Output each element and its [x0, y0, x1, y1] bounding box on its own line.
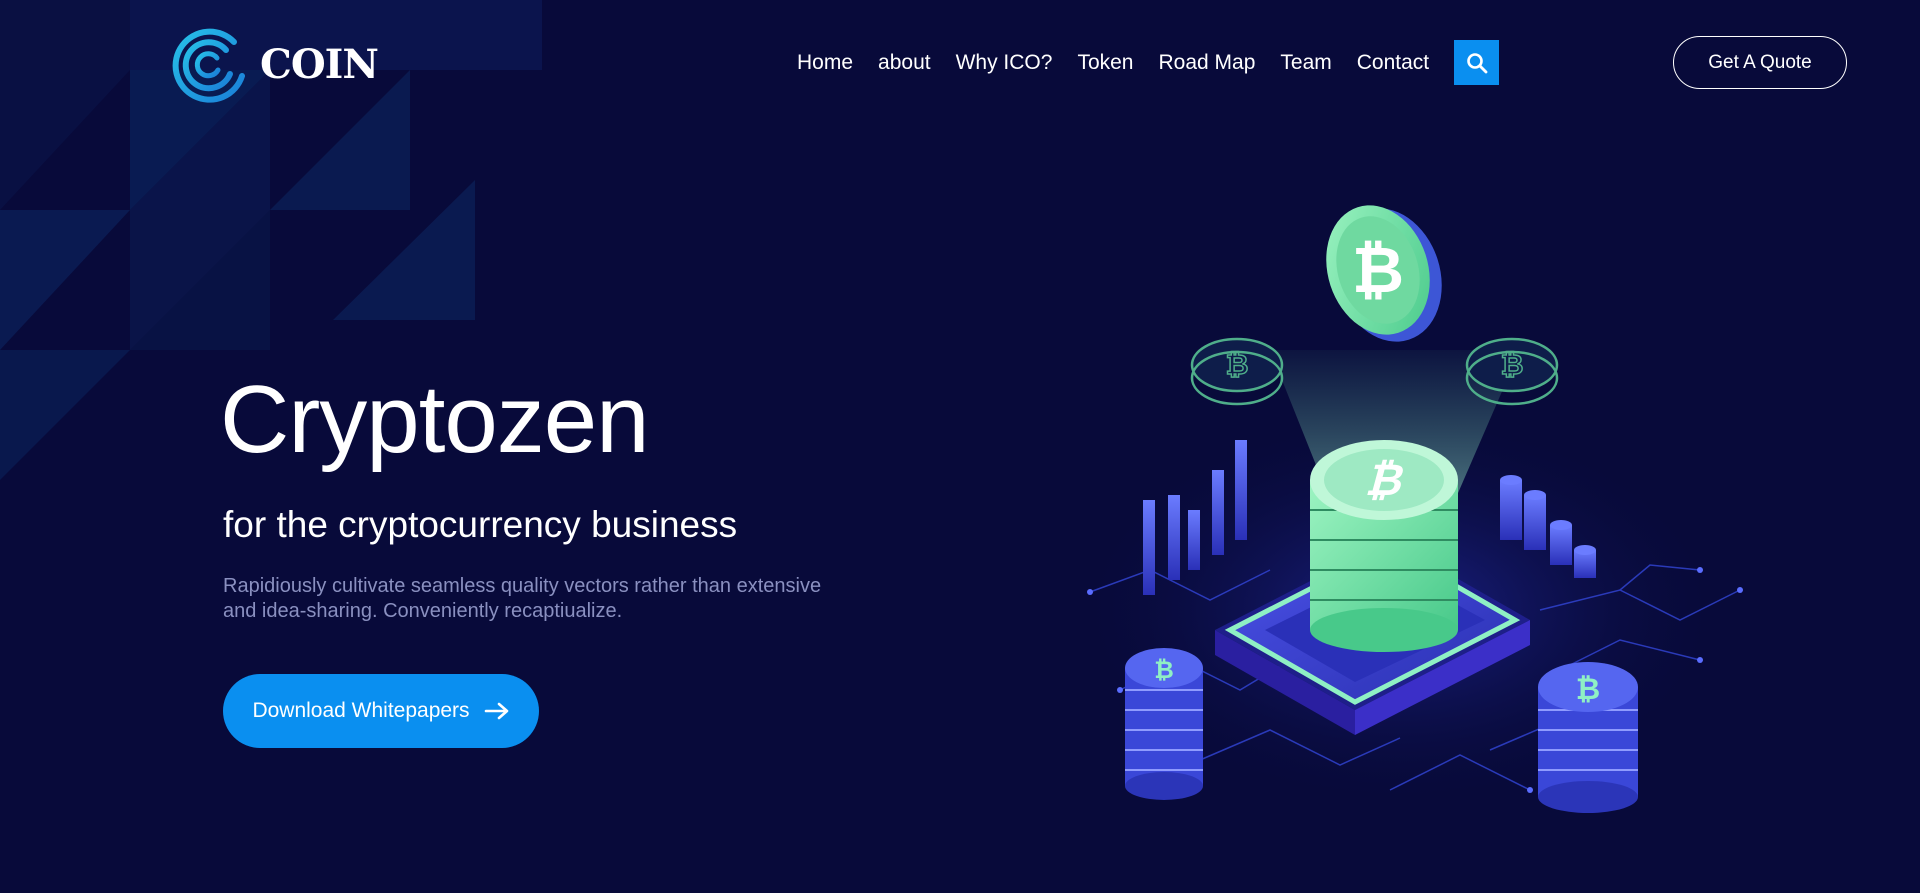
- nav-item-contact[interactable]: Contact: [1357, 51, 1429, 75]
- central-coin-stack: ₿: [1310, 440, 1458, 652]
- svg-text:₿: ₿: [1154, 656, 1174, 684]
- floating-coin-top: ₿: [1326, 205, 1442, 342]
- coin-logo-icon: [172, 28, 245, 103]
- coin-stack-left: ₿: [1125, 648, 1203, 800]
- search-button[interactable]: [1454, 40, 1500, 85]
- nav-item-about[interactable]: about: [878, 51, 931, 75]
- hero-description: Rapidiously cultivate seamless quality v…: [223, 575, 822, 622]
- nav-item-road-map[interactable]: Road Map: [1159, 51, 1256, 75]
- main-nav: Home about Why ICO? Token Road Map Team …: [797, 40, 1500, 85]
- nav-item-home[interactable]: Home: [797, 51, 853, 75]
- arrow-right-icon: [484, 702, 508, 720]
- get-quote-button[interactable]: Get A Quote: [1673, 36, 1847, 89]
- cta-label: Download Whitepapers: [252, 699, 470, 722]
- crypto-platform-illustration: ₿ ₿ ₿ ₿ ₿ ₿: [1070, 205, 1743, 813]
- search-icon: [1466, 52, 1488, 73]
- brand-name: COIN: [260, 40, 379, 88]
- hero-title: Cryptozen: [220, 366, 650, 473]
- hero-subtitle: for the cryptocurrency business: [223, 504, 738, 545]
- nav-item-token[interactable]: Token: [1077, 51, 1133, 75]
- nav-item-team[interactable]: Team: [1280, 51, 1331, 75]
- nav-item-why-ico[interactable]: Why ICO?: [956, 51, 1053, 75]
- download-whitepapers-button[interactable]: Download Whitepapers: [223, 674, 539, 748]
- coin-stack-right: ₿: [1538, 662, 1638, 813]
- svg-text:₿: ₿: [1501, 348, 1524, 381]
- svg-text:₿: ₿: [1576, 672, 1600, 707]
- svg-text:₿: ₿: [1226, 348, 1249, 381]
- brand-logo[interactable]: COIN: [172, 24, 379, 104]
- svg-text:₿: ₿: [1352, 234, 1404, 308]
